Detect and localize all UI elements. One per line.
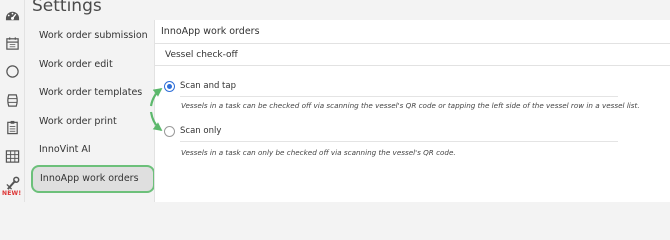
option-label-scan-and-tap[interactable]: Scan and tap — [180, 81, 236, 91]
submenu-item-work-order-print[interactable]: Work order print — [26, 108, 154, 136]
new-badge: NEW! — [2, 190, 22, 197]
grid-icon[interactable] — [5, 149, 20, 164]
radio-scan-only[interactable] — [164, 126, 175, 137]
barrel-icon[interactable] — [5, 93, 20, 108]
submenu-item-work-order-templates[interactable]: Work order templates — [26, 79, 154, 107]
settings-submenu: Work order submission Work order edit Wo… — [26, 20, 155, 202]
settings-panel: InnoApp work orders Vessel check-off Sca… — [154, 20, 670, 202]
dashboard-icon[interactable] — [5, 8, 20, 23]
submenu-item-work-order-submission[interactable]: Work order submission — [26, 22, 154, 50]
circle-icon[interactable] — [5, 64, 20, 79]
submenu-item-innovint-ai[interactable]: InnoVint AI — [26, 136, 154, 164]
tools-icon[interactable] — [5, 176, 20, 191]
page-title: Settings — [32, 0, 102, 16]
section-title-vessel-check-off: Vessel check-off — [155, 44, 670, 66]
submenu-item-innoapp-work-orders[interactable]: InnoApp work orders — [31, 165, 155, 193]
radio-scan-and-tap[interactable] — [164, 81, 175, 92]
clipboard-icon[interactable] — [5, 120, 20, 135]
option-description-scan-and-tap: Vessels in a task can be checked off via… — [181, 101, 640, 110]
calendar-icon[interactable] — [5, 36, 20, 51]
option-label-scan-only[interactable]: Scan only — [180, 126, 221, 136]
submenu-item-work-order-edit[interactable]: Work order edit — [26, 51, 154, 79]
panel-header: InnoApp work orders — [155, 20, 670, 44]
option-description-scan-only: Vessels in a task can only be checked of… — [181, 148, 456, 157]
option-divider — [180, 96, 618, 97]
icon-rail: NEW! — [0, 0, 25, 202]
option-divider — [180, 141, 618, 142]
